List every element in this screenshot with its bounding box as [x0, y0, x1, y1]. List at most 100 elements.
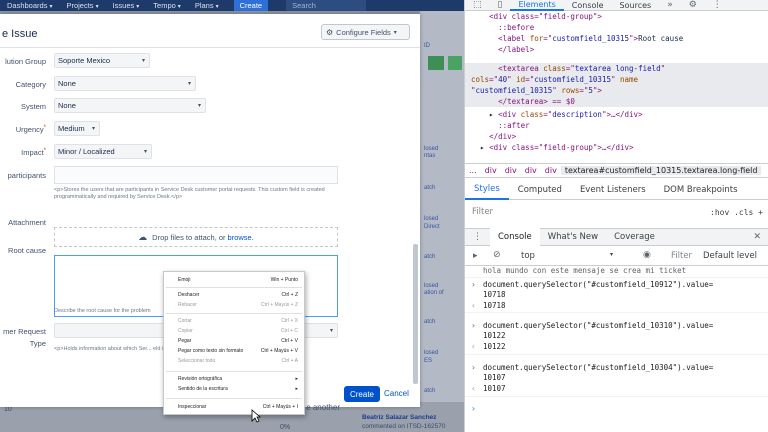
breadcrumb-item[interactable]: div — [481, 166, 501, 175]
kebab-menu-icon[interactable]: ⋮ — [705, 0, 730, 10]
context-item-cut[interactable]: Cortar Ctrl + X — [178, 318, 298, 324]
drawer-tab-console[interactable]: Console — [490, 228, 540, 246]
solution-group-select[interactable]: Soporte Mexico ▾ — [54, 53, 150, 68]
dom-node-textarea-attrs[interactable]: cols="40" id="customfield_10315" name — [471, 74, 638, 85]
console-divider — [465, 312, 768, 313]
breadcrumb-item-selected[interactable]: textarea#customfield_10315.textarea.long… — [560, 166, 762, 175]
context-item-writing-direction[interactable]: Sentido de la escritura ▸ — [178, 386, 298, 392]
participants-input[interactable] — [54, 166, 338, 184]
nav-dashboards[interactable]: Dashboards ▾ — [0, 1, 59, 10]
console-context-value: top — [521, 251, 535, 261]
drawer-menu-icon[interactable]: ⋮ — [465, 228, 490, 246]
tab-elements[interactable]: Elements — [510, 0, 564, 11]
sidebar-toggle-icon[interactable]: ▸ — [473, 251, 478, 261]
inspect-element-icon[interactable]: ⬚ — [465, 0, 490, 10]
context-item-redo[interactable]: Rehacer Ctrl + Mayús + Z — [178, 302, 298, 308]
context-item-shortcut: Ctrl + A — [281, 358, 298, 364]
nav-create-button[interactable]: Create — [233, 0, 269, 11]
console-context-select[interactable]: top ▾ — [521, 251, 613, 263]
nav-label: Projects — [66, 1, 94, 10]
device-toolbar-icon[interactable]: ▯ — [490, 0, 511, 10]
context-item-paste[interactable]: Pegar Ctrl + V — [178, 338, 298, 344]
dialog-scrollbar[interactable] — [413, 244, 418, 384]
drawer-tab-coverage[interactable]: Coverage — [606, 228, 663, 246]
tab-sources[interactable]: Sources — [612, 1, 660, 10]
customer-request-label-type: Type — [29, 339, 46, 348]
context-item-paste-plain[interactable]: Pegar como texto sin formato Ctrl + Mayús… — [178, 348, 298, 354]
more-tabs-icon[interactable]: » — [659, 0, 681, 10]
background-link: losed — [424, 283, 439, 289]
dom-node-field-group[interactable]: <div class="field-group"> — [471, 11, 602, 22]
context-item-select-all[interactable]: Seleccionar todo Ctrl + A — [178, 358, 298, 364]
gear-icon[interactable]: ⚙ — [681, 0, 705, 10]
context-item-copy[interactable]: Copiar Ctrl + C — [178, 328, 298, 334]
category-value: None — [58, 79, 76, 88]
dom-node-description[interactable]: ▸ <div class="description">…</div> — [471, 109, 643, 120]
background-green-button — [448, 56, 462, 70]
console-divider — [465, 277, 768, 278]
background-link: losed — [424, 146, 439, 152]
breadcrumb-item[interactable]: div — [501, 166, 521, 175]
close-icon[interactable]: ✕ — [753, 232, 761, 242]
eye-icon[interactable]: ◉ — [643, 250, 651, 260]
root-cause-label: Root cause — [8, 246, 46, 255]
nav-projects[interactable]: Projects ▾ — [59, 1, 105, 10]
context-item-undo[interactable]: Deshacer Ctrl + Z — [178, 292, 298, 298]
nav-label: Issues — [112, 1, 135, 10]
system-select[interactable]: None ▾ — [54, 98, 206, 113]
tab-styles[interactable]: Styles — [465, 181, 509, 200]
activity-user[interactable]: Beatriz Salazar Sanchez — [362, 414, 436, 421]
solution-group-value: Soporte Mexico — [58, 56, 111, 65]
create-another-label[interactable]: e another — [306, 403, 340, 412]
context-item-spellcheck[interactable]: Revisión ortográfica ▸ — [178, 376, 298, 382]
log-levels-select[interactable]: Default level — [703, 251, 757, 261]
dom-node-label-close[interactable]: </label> — [471, 44, 534, 55]
dom-node-before[interactable]: ::before — [471, 22, 534, 33]
context-item-inspect[interactable]: Inspeccionar Ctrl + Mayús + I — [178, 404, 298, 410]
create-button[interactable]: Create — [344, 386, 380, 402]
nav-search-input[interactable]: Search — [286, 0, 367, 11]
tab-dom-breakpoints[interactable]: DOM Breakpoints — [655, 181, 747, 200]
console-input-continuation: 10122 — [483, 331, 506, 340]
console-prompt-input[interactable] — [483, 404, 753, 414]
styles-filter-controls[interactable]: :hov .cls + — [710, 208, 763, 217]
tab-console[interactable]: Console — [564, 1, 612, 10]
breadcrumb-item[interactable]: div — [521, 166, 541, 175]
dom-node-div-close[interactable]: </div> — [471, 131, 516, 142]
nav-plans[interactable]: Plans ▾ — [188, 1, 226, 10]
urgency-select[interactable]: Medium ▾ — [54, 121, 100, 136]
dom-node-next-field-group[interactable]: ▸ <div class="field-group">…</div> — [471, 142, 634, 153]
breadcrumb-item[interactable]: ... — [465, 166, 481, 175]
dom-node-label[interactable]: <label for="customfield_10315">Root caus… — [471, 33, 683, 44]
category-select[interactable]: None ▾ — [54, 76, 196, 91]
tab-computed[interactable]: Computed — [509, 181, 571, 200]
return-arrow-icon: ‹ — [471, 301, 476, 310]
tab-event-listeners[interactable]: Event Listeners — [571, 181, 655, 200]
dom-node-textarea-close[interactable]: </textarea> == $0 — [471, 96, 575, 107]
dom-node-textarea-attrs2[interactable]: "customfield_10315" rows="5"> — [471, 85, 602, 96]
breadcrumb-item[interactable]: div — [541, 166, 561, 175]
dom-pseudo: ::after — [498, 121, 530, 130]
background-link: ntas — [424, 153, 436, 159]
styles-filter-input[interactable]: Filter — [472, 207, 493, 217]
cancel-button[interactable]: Cancel — [384, 389, 409, 398]
dom-attr-value: 40 — [498, 75, 508, 84]
context-item-emoji[interactable]: Emoji Win + Punto — [178, 277, 298, 283]
drawer-tab-whats-new[interactable]: What's New — [540, 228, 606, 246]
dom-node-after[interactable]: ::after — [471, 120, 530, 131]
impact-select[interactable]: Minor / Localized ▾ — [54, 144, 152, 159]
nav-issues[interactable]: Issues ▾ — [106, 1, 147, 10]
chevron-down-icon: ▾ — [91, 126, 95, 132]
configure-fields-button[interactable]: ⚙ Configure Fields ▾ — [321, 24, 410, 40]
dom-node-textarea[interactable]: <textarea class="textarea long-field" — [471, 63, 665, 74]
clear-console-icon[interactable]: ⊘ — [493, 250, 501, 260]
dom-tag: <div class="field-group"> — [489, 12, 602, 21]
chevron-down-icon: ▾ — [95, 4, 99, 10]
context-item-shortcut: Ctrl + Mayús + Z — [261, 302, 298, 308]
console-filter-input[interactable]: Filter — [671, 251, 692, 261]
attachment-dropzone[interactable]: ☁ Drop files to attach, or browse. — [54, 227, 338, 247]
background-link: atch — [424, 388, 436, 394]
chevron-down-icon: ▾ — [187, 81, 191, 87]
nav-tempo[interactable]: Tempo ▾ — [146, 1, 188, 10]
browse-link[interactable]: browse. — [228, 233, 254, 242]
